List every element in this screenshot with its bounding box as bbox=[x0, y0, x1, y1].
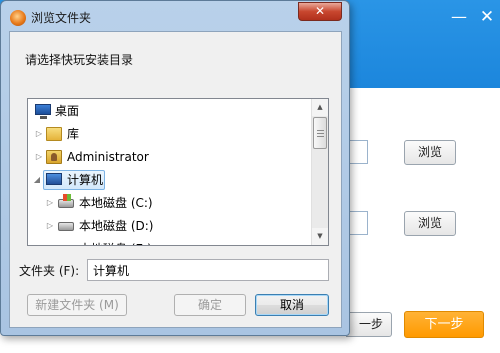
expand-arrow-icon[interactable]: ▷ bbox=[45, 215, 55, 237]
ok-button[interactable]: 确定 bbox=[174, 294, 246, 316]
grip-line bbox=[317, 133, 324, 134]
app-logo-icon bbox=[10, 10, 26, 26]
expand-arrow-icon[interactable]: ▷ bbox=[34, 146, 44, 168]
dialog-title: 浏览文件夹 bbox=[31, 11, 92, 25]
tree-item-library[interactable]: ▷ 库 bbox=[28, 123, 312, 145]
user-folder-icon bbox=[46, 150, 62, 164]
tree-item-label: 本地磁盘 (C:) bbox=[79, 196, 153, 210]
system-drive-icon bbox=[58, 194, 74, 208]
new-folder-button[interactable]: 新建文件夹 (M) bbox=[27, 294, 127, 316]
previous-button[interactable]: 一步 bbox=[346, 312, 392, 337]
tree-item-drive-c[interactable]: ▷ 本地磁盘 (C:) bbox=[28, 192, 312, 214]
computer-icon bbox=[46, 173, 62, 185]
tree-item-drive-e[interactable]: ▷ 本地磁盘 (E:) bbox=[28, 238, 312, 246]
folder-tree[interactable]: 桌面 ▷ 库 ▷ Administrator ◢ 计算机 ▷ 本地磁盘 (C:)… bbox=[27, 98, 329, 246]
close-icon[interactable]: ✕ bbox=[476, 6, 498, 28]
tree-item-label: Administrator bbox=[67, 150, 149, 164]
scroll-thumb[interactable] bbox=[313, 117, 327, 149]
next-button[interactable]: 下一步 bbox=[404, 311, 484, 338]
tree-item-label: 本地磁盘 (D:) bbox=[79, 219, 154, 233]
dialog-body: 请选择快玩安装目录 桌面 ▷ 库 ▷ Administrator ◢ 计算机 ▷… bbox=[9, 31, 342, 328]
browse-folder-dialog: 浏览文件夹 ✕ 请选择快玩安装目录 桌面 ▷ 库 ▷ Administrator bbox=[0, 0, 350, 336]
tree-item-label: 库 bbox=[67, 127, 80, 141]
expand-arrow-icon[interactable]: ▷ bbox=[45, 192, 55, 214]
tree-scrollbar[interactable]: ▲ ▼ bbox=[311, 99, 328, 245]
scroll-down-icon[interactable]: ▼ bbox=[312, 228, 328, 245]
library-icon bbox=[46, 127, 62, 141]
tree-item-drive-d[interactable]: ▷ 本地磁盘 (D:) bbox=[28, 215, 312, 237]
tree-item-label: 计算机 bbox=[67, 173, 104, 187]
drive-icon bbox=[58, 245, 74, 246]
desktop-icon bbox=[35, 104, 51, 119]
browse-button[interactable]: 浏览 bbox=[404, 140, 456, 165]
folder-name-input[interactable] bbox=[87, 259, 329, 281]
tree-item-computer[interactable]: ◢ 计算机 bbox=[28, 169, 312, 191]
windows-logo-icon bbox=[63, 194, 71, 201]
grip-line bbox=[317, 136, 324, 137]
minimize-button[interactable]: — bbox=[448, 6, 470, 28]
tree-item-desktop[interactable]: 桌面 bbox=[28, 100, 312, 122]
dialog-close-button[interactable]: ✕ bbox=[298, 2, 342, 21]
tree-item-label: 本地磁盘 (E:) bbox=[79, 238, 152, 245]
dialog-prompt: 请选择快玩安装目录 bbox=[25, 53, 134, 67]
tree-item-administrator[interactable]: ▷ Administrator bbox=[28, 146, 312, 168]
tree-item-label: 桌面 bbox=[55, 104, 80, 118]
drive-icon bbox=[58, 222, 74, 231]
scroll-up-icon[interactable]: ▲ bbox=[312, 99, 328, 116]
folder-field-label: 文件夹 (F): bbox=[19, 264, 80, 278]
cancel-button[interactable]: 取消 bbox=[255, 294, 329, 316]
expand-arrow-icon[interactable]: ▷ bbox=[34, 123, 44, 145]
browse-button-2[interactable]: 浏览 bbox=[404, 211, 456, 236]
collapse-arrow-icon[interactable]: ◢ bbox=[32, 169, 42, 191]
grip-line bbox=[317, 130, 324, 131]
expand-arrow-icon[interactable]: ▷ bbox=[45, 238, 55, 245]
